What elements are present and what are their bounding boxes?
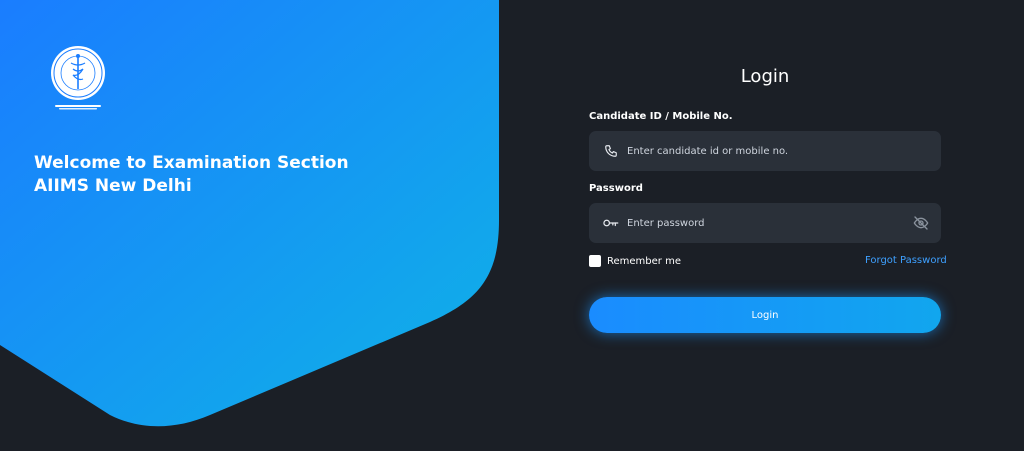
candidate-id-input[interactable] [627, 145, 941, 157]
welcome-line-2: AIIMS New Delhi [34, 176, 192, 196]
eye-off-icon[interactable] [913, 215, 929, 231]
aiims-emblem-icon [51, 46, 105, 110]
remember-me[interactable]: Remember me [589, 255, 681, 267]
remember-checkbox[interactable] [589, 255, 601, 267]
login-title: Login [740, 66, 790, 87]
password-label: Password [589, 183, 643, 194]
key-icon [603, 215, 619, 231]
welcome-heading: Welcome to Examination Section AIIMS New… [34, 152, 349, 198]
forgot-password-link[interactable]: Forgot Password [865, 255, 947, 266]
candidate-id-label: Candidate ID / Mobile No. [589, 111, 733, 122]
password-field[interactable] [589, 203, 941, 243]
welcome-line-1: Welcome to Examination Section [34, 153, 349, 173]
password-input[interactable] [627, 217, 913, 229]
remember-label: Remember me [607, 255, 681, 267]
login-panel: Login Candidate ID / Mobile No. Password [589, 60, 949, 333]
aiims-logo [47, 45, 109, 113]
phone-icon [603, 143, 619, 159]
login-button[interactable]: Login [589, 297, 941, 333]
candidate-id-field[interactable] [589, 131, 941, 171]
